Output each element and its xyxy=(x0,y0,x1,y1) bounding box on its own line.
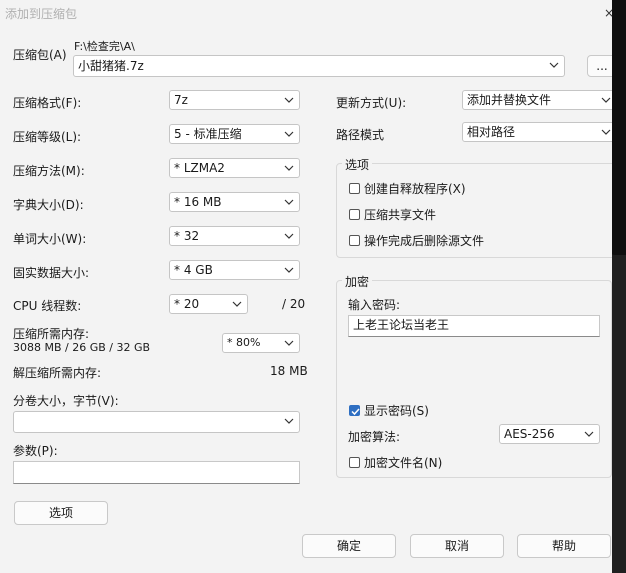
mem-compress-select[interactable]: * 80% xyxy=(222,333,300,353)
method-label: 压缩方法(M): xyxy=(13,164,85,178)
params-label: 参数(P): xyxy=(13,444,58,458)
threads-max: / 20 xyxy=(282,297,306,311)
mem-decompress-value: 18 MB xyxy=(270,364,308,378)
chevron-down-icon xyxy=(284,233,294,239)
params-input[interactable] xyxy=(13,461,300,484)
update-value: 添加并替换文件 xyxy=(467,93,552,107)
show-password-checkbox[interactable]: 显示密码(S) xyxy=(349,402,429,419)
threads-select[interactable]: * 20 xyxy=(169,294,248,314)
split-label: 分卷大小，字节(V): xyxy=(13,394,119,408)
sfx-label: 创建自释放程序(X) xyxy=(364,182,466,196)
chevron-down-icon xyxy=(584,431,594,437)
password-label: 输入密码: xyxy=(348,298,401,312)
chevron-down-icon xyxy=(284,267,294,273)
checkbox-box xyxy=(349,405,360,416)
method-select[interactable]: * LZMA2 xyxy=(169,158,300,178)
solid-select[interactable]: * 4 GB xyxy=(169,260,300,280)
mem-compress-label: 压缩所需内存: xyxy=(13,327,90,341)
chevron-down-icon xyxy=(601,97,611,103)
chevron-down-icon xyxy=(284,418,294,424)
close-icon[interactable]: × xyxy=(604,0,614,26)
chevron-down-icon xyxy=(284,131,294,137)
encrypt-names-checkbox[interactable]: 加密文件名(N) xyxy=(349,454,442,471)
checkbox-box xyxy=(349,183,360,194)
checkmark-icon xyxy=(351,408,360,416)
checkbox-box xyxy=(349,457,360,468)
encrypt-group-title: 加密 xyxy=(342,273,373,290)
options-button[interactable]: 选项 xyxy=(14,501,108,525)
algo-value: AES-256 xyxy=(504,427,555,441)
delete-label: 操作完成后删除源文件 xyxy=(364,234,485,248)
dict-label: 字典大小(D): xyxy=(13,198,84,212)
dict-select[interactable]: * 16 MB xyxy=(169,192,300,212)
method-value: * LZMA2 xyxy=(174,161,225,175)
sfx-checkbox[interactable]: 创建自释放程序(X) xyxy=(349,180,466,197)
chevron-down-icon xyxy=(284,165,294,171)
delete-checkbox[interactable]: 操作完成后删除源文件 xyxy=(349,232,484,249)
archive-filename: 小甜猪猪.7z xyxy=(78,59,144,73)
word-value: * 32 xyxy=(174,229,200,243)
checkbox-box xyxy=(349,209,360,220)
dict-value: * 16 MB xyxy=(174,195,222,209)
browse-button[interactable]: ... xyxy=(587,55,612,77)
level-value: 5 - 标准压缩 xyxy=(174,127,242,141)
algo-label: 加密算法: xyxy=(348,430,401,444)
format-label: 压缩格式(F): xyxy=(13,96,82,110)
checkbox-box xyxy=(349,235,360,246)
word-label: 单词大小(W): xyxy=(13,232,87,246)
chevron-down-icon xyxy=(284,199,294,205)
password-input[interactable]: 上老王论坛当老王 xyxy=(348,315,600,337)
archive-filename-combo[interactable]: 小甜猪猪.7z xyxy=(73,55,565,77)
mem-compress-value: * 80% xyxy=(227,336,261,349)
format-select[interactable]: 7z xyxy=(169,90,300,110)
archive-path: F:\检查完\A\ xyxy=(74,40,135,53)
window-title: 添加到压缩包 xyxy=(5,7,78,21)
options-group-title: 选项 xyxy=(342,156,373,173)
solid-value: * 4 GB xyxy=(174,263,213,277)
pathmode-value: 相对路径 xyxy=(467,125,516,139)
archive-label: 压缩包(A) xyxy=(13,48,67,62)
format-value: 7z xyxy=(174,93,188,107)
split-combo[interactable] xyxy=(13,411,300,433)
chevron-down-icon xyxy=(284,97,294,103)
chevron-down-icon xyxy=(232,301,242,307)
threads-label: CPU 线程数: xyxy=(13,299,82,313)
ok-button[interactable]: 确定 xyxy=(302,534,396,558)
update-select[interactable]: 添加并替换文件 xyxy=(462,90,612,110)
chevron-down-icon xyxy=(284,340,294,346)
shared-checkbox[interactable]: 压缩共享文件 xyxy=(349,206,436,223)
cancel-button[interactable]: 取消 xyxy=(410,534,504,558)
chevron-down-icon xyxy=(549,62,559,68)
level-select[interactable]: 5 - 标准压缩 xyxy=(169,124,300,144)
solid-label: 固实数据大小: xyxy=(13,266,90,280)
level-label: 压缩等级(L): xyxy=(13,130,82,144)
threads-value: * 20 xyxy=(174,297,200,311)
show-password-label: 显示密码(S) xyxy=(364,404,429,418)
shared-label: 压缩共享文件 xyxy=(364,208,437,222)
add-to-archive-dialog: 添加到压缩包 压缩包(A) F:\检查完\A\ 小甜猪猪.7z ... 压缩格式… xyxy=(0,0,612,573)
pathmode-label: 路径模式 xyxy=(336,128,385,142)
pathmode-select[interactable]: 相对路径 xyxy=(462,122,612,142)
update-label: 更新方式(U): xyxy=(336,96,407,110)
mem-decompress-label: 解压缩所需内存: xyxy=(13,366,102,380)
help-button[interactable]: 帮助 xyxy=(517,534,611,558)
title-bar: 添加到压缩包 xyxy=(0,0,612,26)
chevron-down-icon xyxy=(601,129,611,135)
mem-compress-detail: 3088 MB / 26 GB / 32 GB xyxy=(13,341,151,354)
encrypt-names-label: 加密文件名(N) xyxy=(364,456,443,470)
word-select[interactable]: * 32 xyxy=(169,226,300,246)
algo-select[interactable]: AES-256 xyxy=(499,424,600,444)
